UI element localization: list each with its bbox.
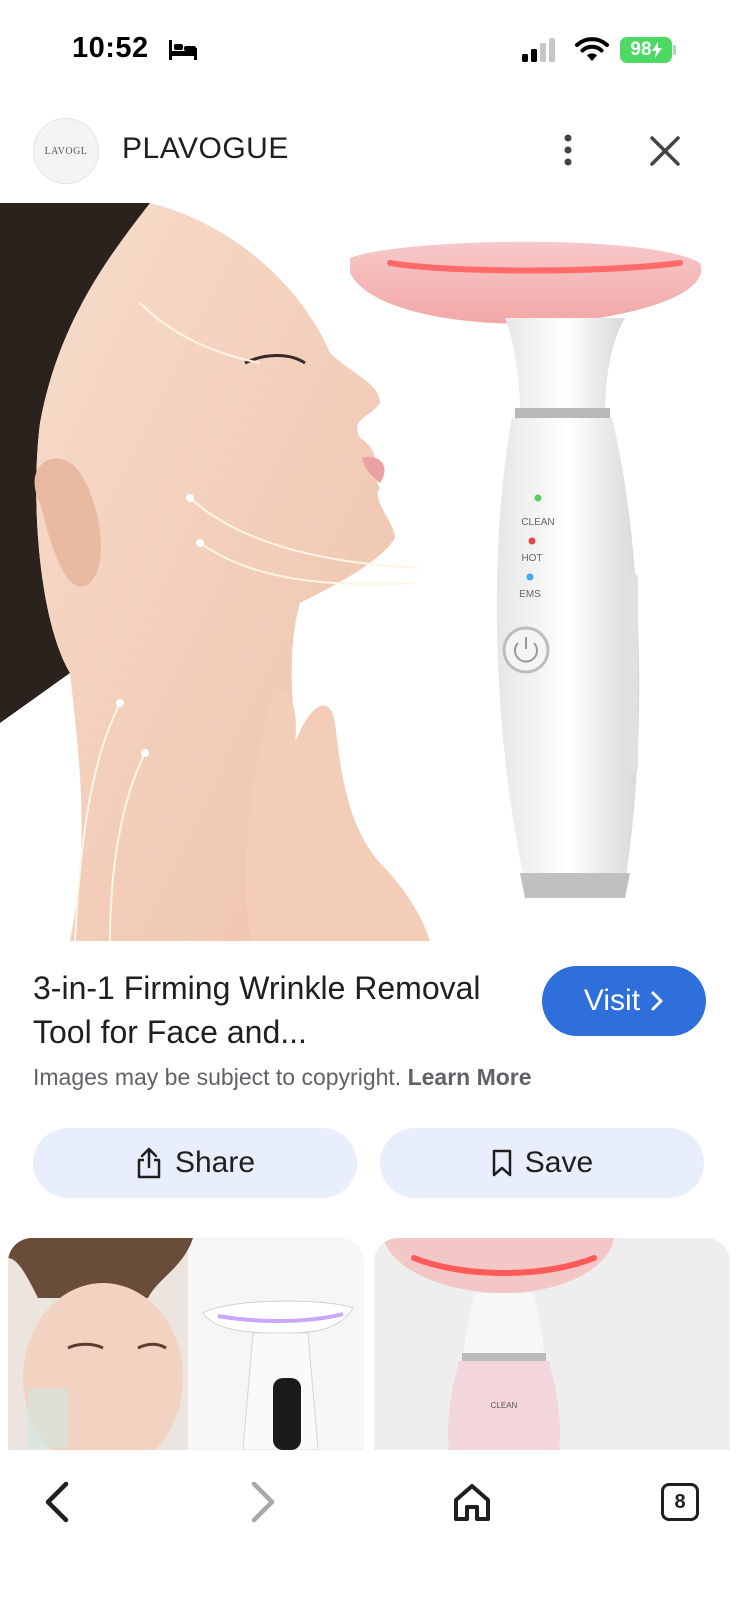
visit-label: Visit bbox=[583, 984, 641, 1017]
chevron-right-icon bbox=[651, 991, 663, 1011]
tab-count: 8 bbox=[661, 1483, 699, 1521]
related-image[interactable] bbox=[8, 1238, 364, 1450]
battery-indicator: 98 bbox=[620, 37, 672, 63]
product-illustration: CLEAN HOT EMS bbox=[0, 203, 702, 941]
status-bar: 10:52 98 bbox=[0, 0, 738, 100]
signal-icon bbox=[522, 38, 555, 62]
copyright-text: Images may be subject to copyright. bbox=[33, 1064, 402, 1090]
share-button[interactable]: Share bbox=[33, 1128, 357, 1198]
visit-button[interactable]: Visit bbox=[542, 966, 706, 1036]
bed-icon bbox=[169, 40, 197, 60]
back-button[interactable] bbox=[26, 1472, 86, 1532]
device-label-hot: HOT bbox=[521, 553, 542, 564]
tabs-button[interactable]: 8 bbox=[650, 1472, 710, 1532]
avatar-text: LAVOGL bbox=[44, 145, 88, 157]
product-image[interactable]: CLEAN HOT EMS bbox=[0, 203, 738, 941]
related-image-illustration: CLEAN bbox=[374, 1238, 730, 1450]
site-name[interactable]: PLAVOGUE bbox=[122, 132, 289, 166]
wifi-icon bbox=[575, 37, 609, 61]
bookmark-icon bbox=[492, 1149, 512, 1177]
home-button[interactable] bbox=[442, 1472, 502, 1532]
image-title[interactable]: 3-in-1 Firming Wrinkle Removal Tool for … bbox=[33, 966, 503, 1054]
related-image-illustration bbox=[8, 1238, 364, 1450]
forward-icon bbox=[251, 1481, 275, 1523]
image-viewer-header: LAVOGL PLAVOGUE bbox=[0, 118, 738, 188]
charging-bolt-icon bbox=[651, 42, 662, 58]
status-time: 10:52 bbox=[72, 32, 149, 64]
battery-tip bbox=[673, 45, 676, 55]
battery-level: 98 bbox=[630, 39, 652, 60]
bottom-navigation: 8 bbox=[0, 1450, 738, 1600]
save-label: Save bbox=[524, 1146, 594, 1179]
related-device-label: CLEAN bbox=[491, 1401, 518, 1410]
site-avatar[interactable]: LAVOGL bbox=[33, 118, 99, 184]
share-label: Share bbox=[174, 1146, 256, 1179]
related-image[interactable]: CLEAN bbox=[374, 1238, 730, 1450]
save-button[interactable]: Save bbox=[380, 1128, 704, 1198]
forward-button[interactable] bbox=[234, 1472, 294, 1532]
share-icon bbox=[137, 1147, 161, 1179]
learn-more-link[interactable]: Learn More bbox=[408, 1064, 532, 1090]
copyright-notice: Images may be subject to copyright. Lear… bbox=[33, 1064, 532, 1091]
device-label-clean: CLEAN bbox=[521, 517, 554, 528]
close-icon[interactable] bbox=[648, 134, 682, 168]
more-vert-icon[interactable] bbox=[556, 130, 580, 170]
home-icon bbox=[454, 1484, 490, 1521]
back-icon bbox=[45, 1481, 69, 1523]
device-label-ems: EMS bbox=[519, 589, 541, 600]
